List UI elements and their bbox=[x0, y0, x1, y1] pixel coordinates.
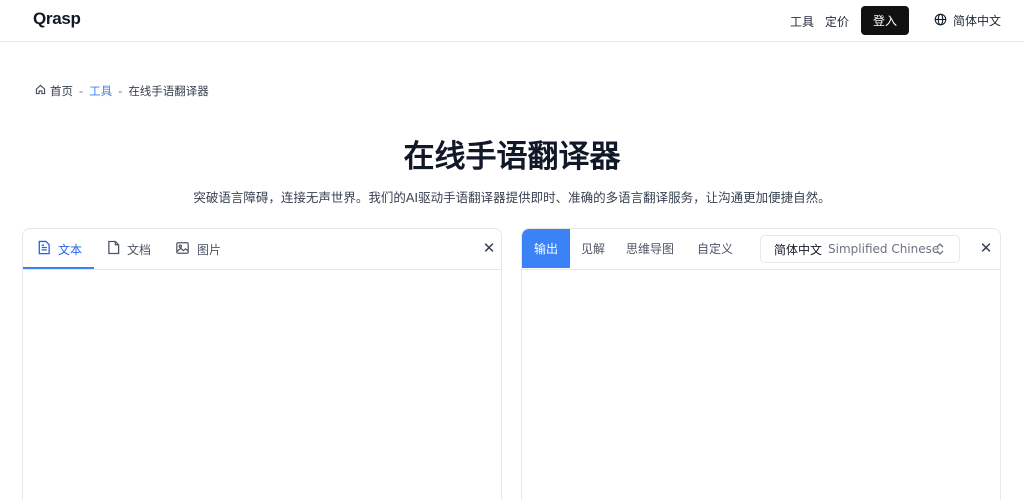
breadcrumb: 首页 - 工具 - 在线手语翻译器 bbox=[35, 83, 209, 99]
text-file-icon bbox=[37, 240, 51, 258]
login-button[interactable]: 登入 bbox=[861, 6, 909, 35]
brand-logo-text: Qrasp bbox=[33, 9, 81, 28]
tab-output-label: 输出 bbox=[533, 242, 558, 256]
chevron-updown-icon bbox=[935, 242, 945, 259]
home-icon[interactable] bbox=[35, 84, 50, 98]
breadcrumb-home[interactable]: 首页 bbox=[50, 83, 73, 99]
tab-mindmap[interactable]: 思维导图 bbox=[623, 229, 677, 268]
input-tab-bar: 文本 文档 图片 ✕ bbox=[23, 229, 501, 270]
breadcrumb-current: 在线手语翻译器 bbox=[128, 84, 209, 98]
language-select-main: 简体中文 bbox=[774, 242, 823, 257]
brand-logo[interactable]: Qrasp bbox=[33, 9, 81, 29]
document-icon bbox=[107, 240, 120, 258]
input-panel: 文本 文档 图片 ✕ bbox=[22, 228, 502, 500]
target-language-select[interactable]: 简体中文 Simplified Chinese bbox=[760, 235, 960, 263]
login-button-label: 登入 bbox=[872, 14, 897, 28]
page-title: 在线手语翻译器 bbox=[403, 139, 621, 175]
tab-image[interactable]: 图片 bbox=[175, 229, 221, 269]
output-tab-bar: 输出 见解 思维导图 自定义 简体中文 Simplified Chinese ✕ bbox=[522, 229, 1000, 270]
breadcrumb-separator: - bbox=[118, 84, 123, 98]
tab-output[interactable]: 输出 bbox=[522, 229, 570, 268]
close-icon[interactable]: ✕ bbox=[481, 240, 497, 256]
tab-text-label: 文本 bbox=[58, 242, 83, 257]
tab-document[interactable]: 文档 bbox=[107, 229, 151, 269]
tab-mindmap-label: 思维导图 bbox=[625, 242, 674, 256]
close-icon[interactable]: ✕ bbox=[978, 240, 994, 256]
tab-custom-label: 自定义 bbox=[696, 242, 733, 256]
tab-insights[interactable]: 见解 bbox=[577, 229, 609, 268]
tab-text[interactable]: 文本 bbox=[37, 229, 94, 269]
language-label: 简体中文 bbox=[953, 14, 1002, 28]
tab-insights-label: 见解 bbox=[580, 242, 605, 256]
nav-tools-link[interactable]: 工具 bbox=[790, 13, 814, 30]
language-switcher[interactable]: 简体中文 bbox=[934, 12, 1001, 29]
page-subtitle: 突破语言障碍，连接无声世界。我们的AI驱动手语翻译器提供即时、准确的多语言翻译服… bbox=[193, 190, 831, 205]
tab-image-label: 图片 bbox=[197, 242, 222, 257]
top-header: Qrasp 工具 定价 登入 简体中文 bbox=[0, 0, 1024, 42]
globe-icon bbox=[934, 13, 947, 29]
output-panel: 输出 见解 思维导图 自定义 简体中文 Simplified Chinese ✕ bbox=[521, 228, 1001, 500]
tab-custom[interactable]: 自定义 bbox=[692, 229, 738, 268]
language-select-sub: Simplified Chinese bbox=[828, 242, 940, 256]
active-tab-indicator bbox=[23, 267, 94, 269]
breadcrumb-separator: - bbox=[79, 84, 84, 98]
tab-document-label: 文档 bbox=[127, 242, 152, 257]
image-icon bbox=[175, 241, 190, 258]
breadcrumb-tools[interactable]: 工具 bbox=[89, 83, 112, 99]
nav-pricing-link[interactable]: 定价 bbox=[825, 13, 849, 30]
